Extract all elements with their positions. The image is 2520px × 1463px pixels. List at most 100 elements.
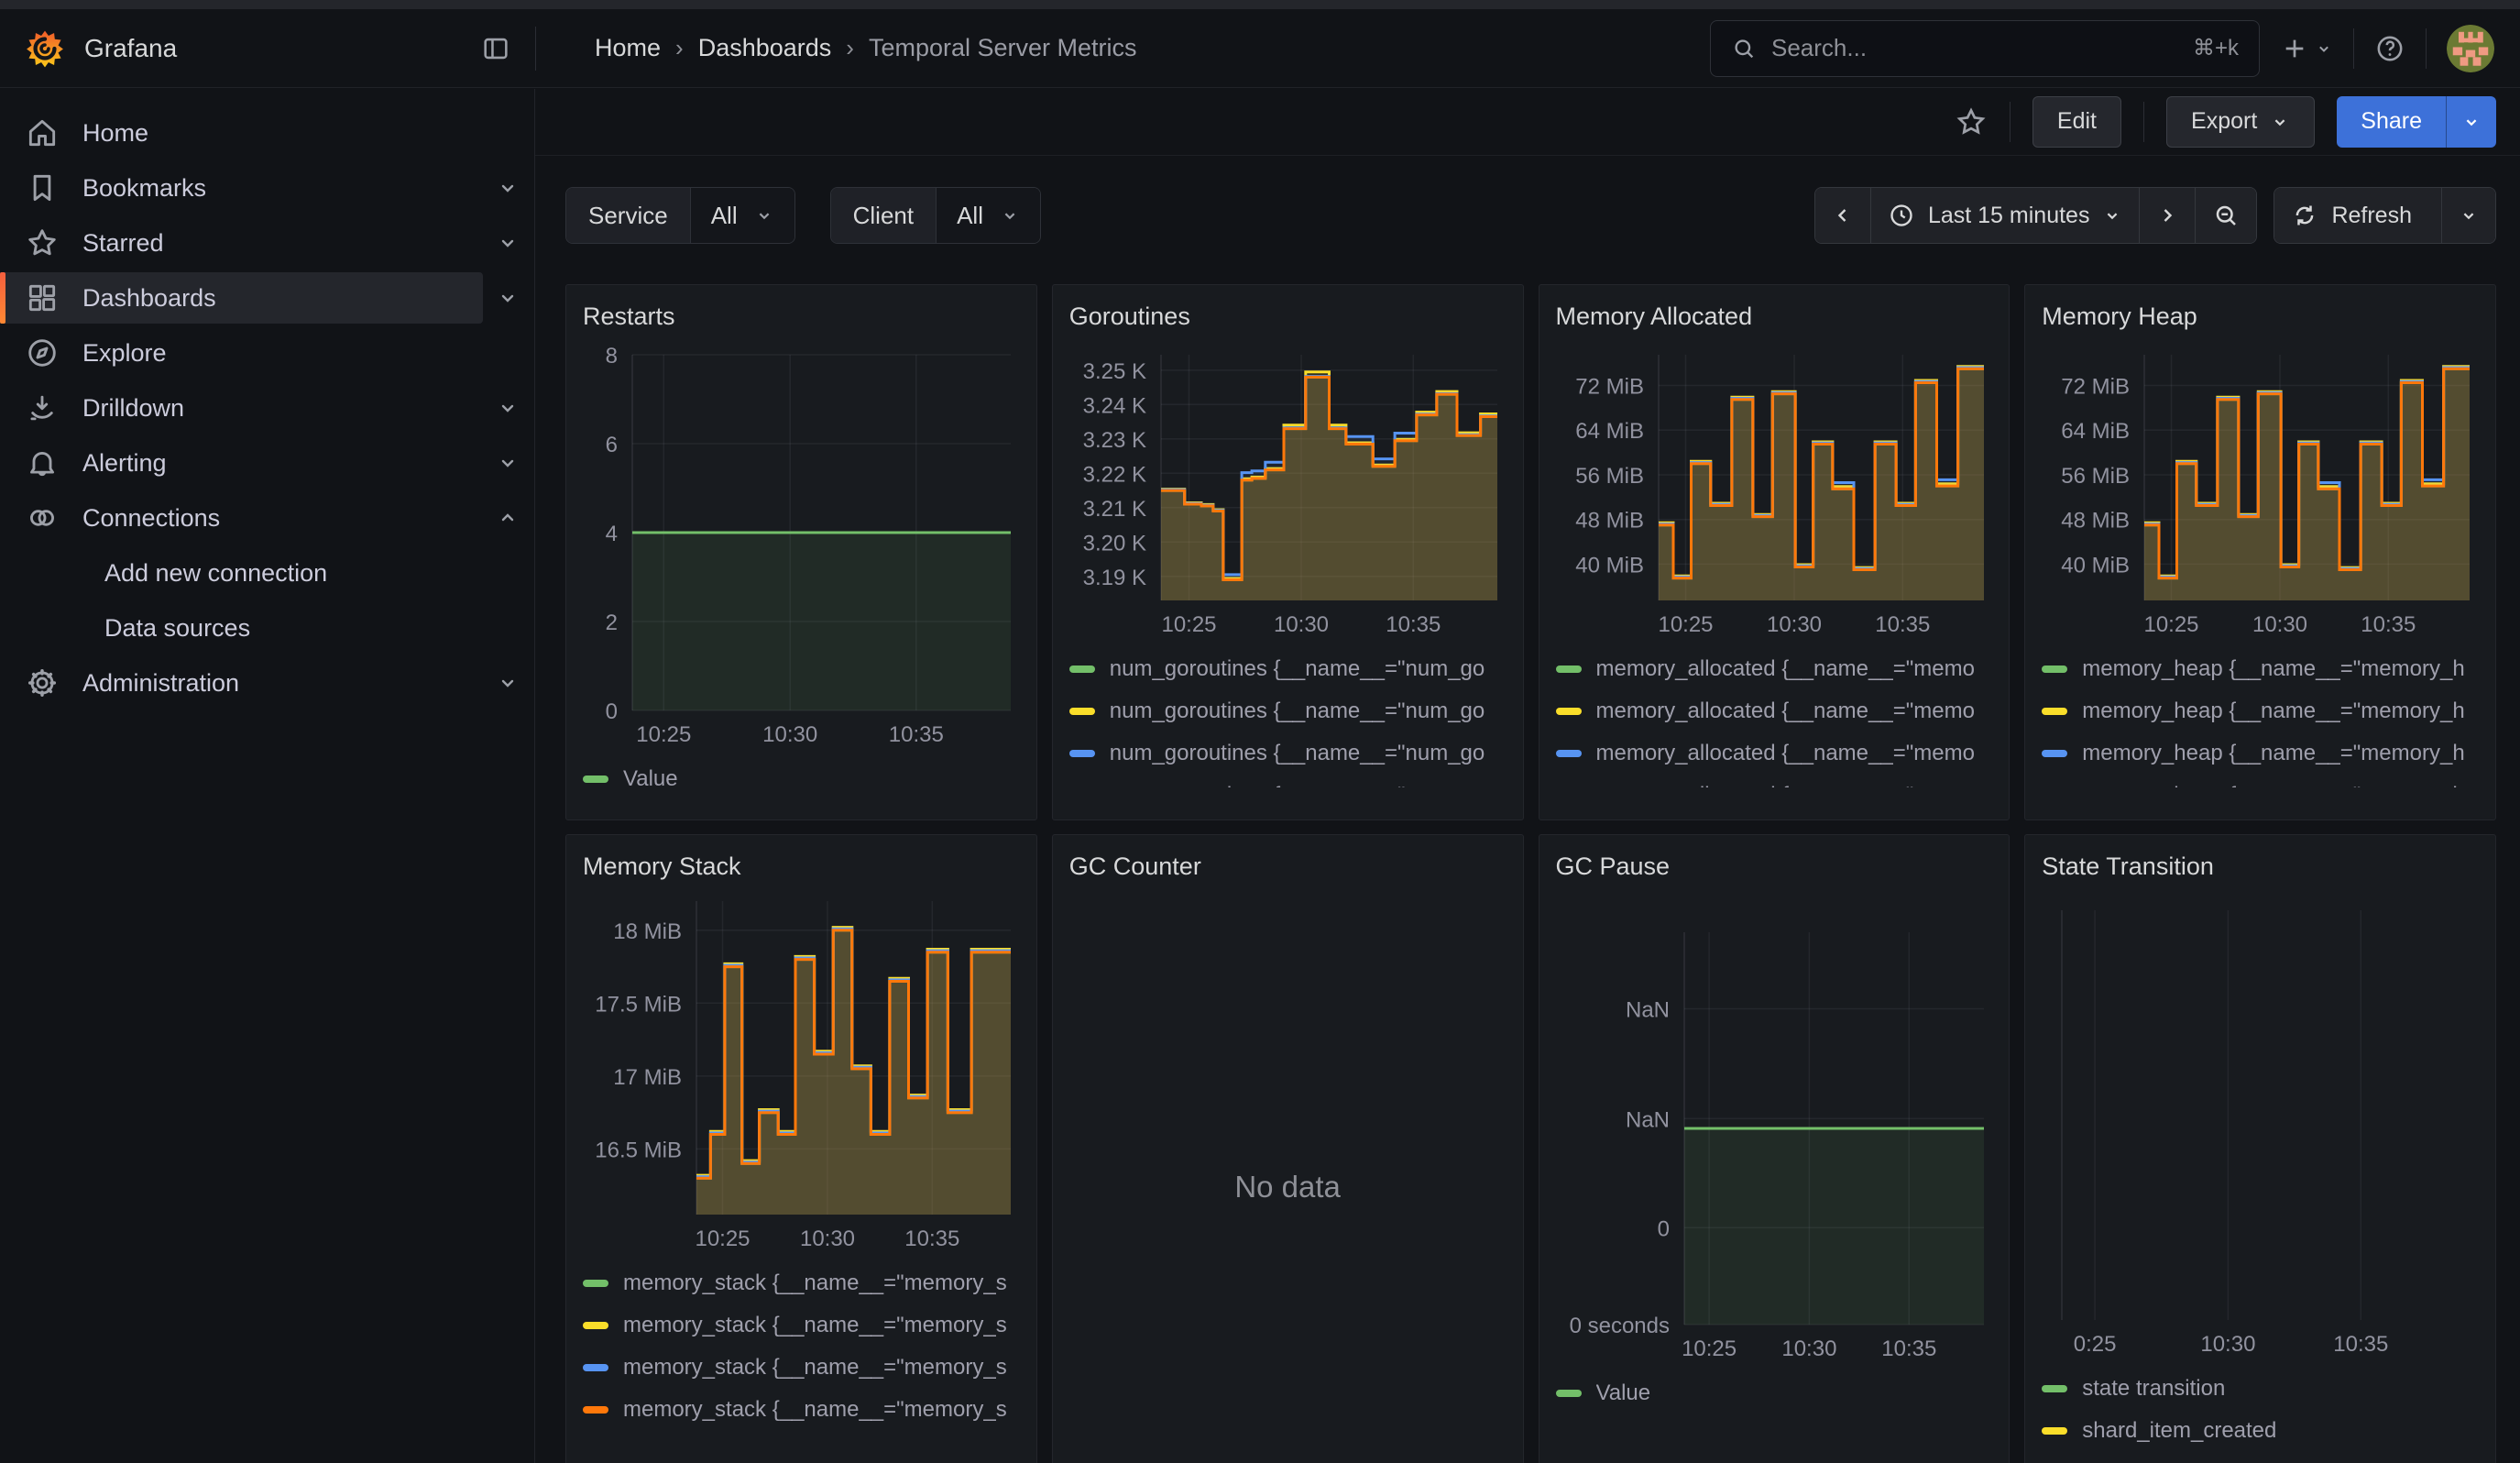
legend-item[interactable]: shard_item_created xyxy=(2042,1410,2479,1452)
chevron-down-icon[interactable] xyxy=(494,452,521,474)
legend-label: memory_allocated {__name__="memo xyxy=(1596,741,1975,766)
zoom-out-icon xyxy=(2212,202,2240,229)
memory-heap-chart[interactable]: 72 MiB64 MiB56 MiB48 MiB40 MiB10:2510:30… xyxy=(2042,336,2479,639)
panel-memory-allocated: Memory Allocated 72 MiB64 MiB56 MiB48 Mi… xyxy=(1539,284,2011,820)
sidebar-item-administration[interactable]: Administration xyxy=(0,657,521,709)
chevron-down-icon[interactable] xyxy=(494,232,521,254)
sidebar-item-explore[interactable]: Explore xyxy=(0,327,521,379)
chevron-down-icon[interactable] xyxy=(494,287,521,309)
header-left: Grafana xyxy=(0,9,535,87)
chevron-down-icon[interactable] xyxy=(494,397,521,419)
svg-text:10:35: 10:35 xyxy=(2361,612,2416,637)
panel-title[interactable]: GC Pause xyxy=(1556,848,1993,885)
sidebar-item-bookmarks[interactable]: Bookmarks xyxy=(0,162,521,214)
sidebar-item-dashboards[interactable]: Dashboards xyxy=(0,272,521,324)
legend-item[interactable]: Value xyxy=(1556,1372,1993,1414)
legend-item[interactable]: memory_heap {__name__="memory_h xyxy=(2042,690,2479,732)
restarts-chart[interactable]: 8642010:2510:3010:35 xyxy=(583,336,1020,749)
time-range-picker[interactable]: Last 15 minutes xyxy=(1871,188,2141,243)
avatar[interactable] xyxy=(2447,25,2494,72)
home-icon xyxy=(24,115,60,151)
sidebar-item-home[interactable]: Home xyxy=(0,107,521,159)
svg-text:10:25: 10:25 xyxy=(695,1226,750,1251)
legend-item[interactable]: num_goroutines {__name__="num_go xyxy=(1069,648,1507,690)
add-button[interactable] xyxy=(2280,34,2333,63)
search-input[interactable] xyxy=(1771,34,2178,62)
panel-title[interactable]: Memory Allocated xyxy=(1556,298,1993,335)
time-shift-back-button[interactable] xyxy=(1815,188,1871,243)
chevron-up-icon[interactable] xyxy=(494,507,521,529)
memory-stack-chart[interactable]: 18 MiB17.5 MiB17 MiB16.5 MiB10:2510:3010… xyxy=(583,886,1020,1253)
breadcrumb-home[interactable]: Home xyxy=(595,34,661,62)
legend-item[interactable]: memory_heap {__name__="memory_h xyxy=(2042,732,2479,775)
chevron-down-icon[interactable] xyxy=(494,672,521,694)
memory-allocated-chart[interactable]: 72 MiB64 MiB56 MiB48 MiB40 MiB10:2510:30… xyxy=(1556,336,1993,639)
panel-title[interactable]: Goroutines xyxy=(1069,298,1507,335)
legend-item[interactable]: memory_stack {__name__="memory_s xyxy=(583,1389,1020,1431)
sidebar-item-label: Dashboards xyxy=(82,284,216,313)
sidebar-item-alerting[interactable]: Alerting xyxy=(0,437,521,489)
legend-item[interactable]: num_goroutines {__name__="num_go xyxy=(1069,775,1507,787)
sidebar-item-starred[interactable]: Starred xyxy=(0,217,521,269)
gc-pause-chart[interactable]: NaNNaN00 seconds10:2510:3010:35 xyxy=(1556,886,1993,1363)
svg-text:3.20 K: 3.20 K xyxy=(1082,531,1145,556)
legend-item[interactable]: memory_heap {__name__="memory_h xyxy=(2042,775,2479,787)
edit-button[interactable]: Edit xyxy=(2032,96,2121,148)
time-shift-forward-button[interactable] xyxy=(2140,188,2196,243)
sidebar-item-label: Explore xyxy=(82,339,167,368)
legend-item[interactable]: memory_allocated {__name__="memo xyxy=(1556,775,1993,787)
legend-item[interactable]: num_goroutines {__name__="num_go xyxy=(1069,690,1507,732)
search-box[interactable]: ⌘+k xyxy=(1710,20,2260,77)
svg-text:64 MiB: 64 MiB xyxy=(2062,419,2131,444)
legend-item[interactable]: memory_allocated {__name__="memo xyxy=(1556,690,1993,732)
sidebar-item-drilldown[interactable]: Drilldown xyxy=(0,382,521,434)
sidebar-item-data-sources[interactable]: Data sources xyxy=(0,602,521,654)
share-dropdown-button[interactable] xyxy=(2446,96,2496,148)
svg-text:72 MiB: 72 MiB xyxy=(2062,375,2131,400)
search-icon xyxy=(1731,36,1757,61)
refresh-button[interactable]: Refresh xyxy=(2274,188,2442,243)
breadcrumb: Home › Dashboards › Temporal Server Metr… xyxy=(595,34,1137,62)
panel-title[interactable]: Memory Heap xyxy=(2042,298,2479,335)
svg-text:56 MiB: 56 MiB xyxy=(2062,464,2131,489)
service-variable-value[interactable]: All xyxy=(691,188,794,243)
legend-item[interactable]: num_goroutines {__name__="num_go xyxy=(1069,732,1507,775)
export-button[interactable]: Export xyxy=(2166,96,2315,148)
goroutines-chart[interactable]: 3.25 K3.24 K3.23 K3.22 K3.21 K3.20 K3.19… xyxy=(1069,336,1507,639)
state-transition-chart[interactable]: 0:2510:3010:35 xyxy=(2042,886,2479,1358)
share-button[interactable]: Share xyxy=(2337,96,2446,148)
refresh-interval-dropdown[interactable] xyxy=(2442,188,2495,243)
legend-item[interactable]: memory_heap {__name__="memory_h xyxy=(2042,648,2479,690)
help-icon[interactable] xyxy=(2374,33,2405,64)
client-variable-value[interactable]: All xyxy=(937,188,1040,243)
panel-memory-stack: Memory Stack 18 MiB17.5 MiB17 MiB16.5 Mi… xyxy=(565,834,1037,1463)
legend-item[interactable]: memory_stack {__name__="memory_s xyxy=(583,1304,1020,1347)
time-zoom-out-button[interactable] xyxy=(2196,188,2256,243)
favorite-star-icon[interactable] xyxy=(1955,105,1988,138)
legend-item[interactable]: memory_allocated {__name__="memo xyxy=(1556,732,1993,775)
legend-item[interactable]: memory_stack {__name__="memory_s xyxy=(583,1347,1020,1389)
sidebar-item-connections[interactable]: Connections xyxy=(0,492,521,544)
svg-text:64 MiB: 64 MiB xyxy=(1575,419,1644,444)
panel-title[interactable]: Memory Stack xyxy=(583,848,1020,885)
panel-title[interactable]: State Transition xyxy=(2042,848,2479,885)
panel-state-transition: State Transition 0:2510:3010:35 state tr… xyxy=(2024,834,2496,1463)
window-top-strip xyxy=(0,0,2520,9)
breadcrumb-dashboards[interactable]: Dashboards xyxy=(698,34,832,62)
legend-item[interactable]: memory_allocated {__name__="memo xyxy=(1556,648,1993,690)
sidebar-item-label: Connections xyxy=(82,504,220,533)
chevron-down-icon[interactable] xyxy=(494,177,521,199)
sidebar-item-add-new-connection[interactable]: Add new connection xyxy=(0,547,521,599)
legend-item[interactable]: state transition xyxy=(2042,1368,2479,1410)
chevron-down-icon xyxy=(1000,205,1020,226)
sidebar-toggle-icon[interactable] xyxy=(480,33,511,64)
legend-item[interactable]: Value xyxy=(583,758,1020,800)
legend-color-chip xyxy=(2042,708,2067,715)
svg-text:NaN: NaN xyxy=(1625,1107,1669,1132)
legend-item[interactable]: memory_stack {__name__="memory_s xyxy=(583,1262,1020,1304)
grafana-logo-icon xyxy=(24,28,66,70)
panel-title[interactable]: Restarts xyxy=(583,298,1020,335)
panel-title[interactable]: GC Counter xyxy=(1069,848,1507,885)
legend-label: num_goroutines {__name__="num_go xyxy=(1110,741,1485,766)
legend-color-chip xyxy=(1069,708,1095,715)
